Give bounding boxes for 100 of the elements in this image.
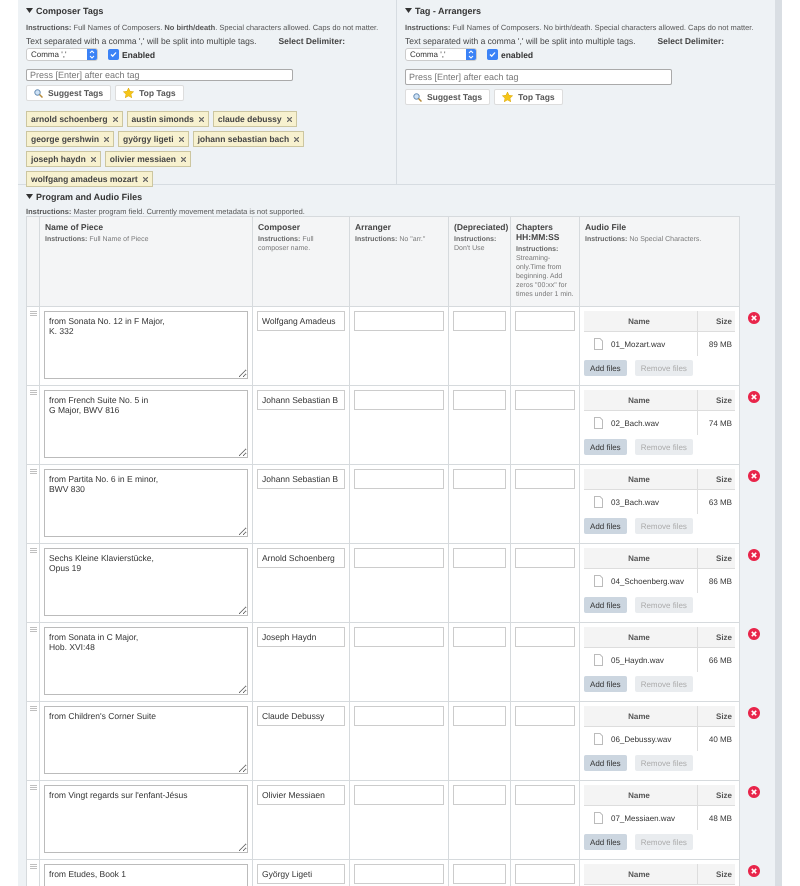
depreciated-field[interactable] — [453, 311, 506, 331]
arranger-field[interactable] — [354, 548, 444, 568]
remove-tag-icon[interactable] — [286, 116, 292, 122]
composer-field[interactable]: György Ligeti — [257, 864, 345, 884]
disclosure-triangle-icon[interactable] — [26, 194, 33, 200]
add-files-button[interactable]: Add files — [584, 676, 627, 692]
piece-name-field[interactable]: from Partita No. 6 in E minor, BWV 830 — [44, 469, 248, 537]
chapters-field[interactable] — [515, 627, 575, 647]
tag-chip[interactable]: austin simonds — [126, 111, 209, 127]
piece-name-field[interactable]: from French Suite No. 5 in G Major, BWV 816 — [44, 390, 248, 458]
remove-tag-icon[interactable] — [294, 136, 300, 142]
tag-input-field[interactable]: Press [Enter] after each tag — [405, 69, 672, 85]
arranger-field[interactable] — [354, 627, 444, 647]
tag-chip[interactable]: claude debussy — [212, 111, 297, 127]
depreciated-field[interactable] — [453, 706, 506, 726]
piece-name-field[interactable]: from Vingt regards sur l'enfant-Jésus — [44, 785, 248, 853]
delimiter-select[interactable]: Comma ',' — [26, 48, 98, 61]
remove-tag-icon[interactable] — [90, 156, 96, 162]
section-title[interactable]: Composer Tags — [26, 6, 388, 16]
piece-name-field[interactable]: from Etudes, Book 1 — [44, 864, 248, 886]
arranger-field[interactable] — [354, 864, 444, 884]
composer-field[interactable]: Wolfgang Amadeus — [257, 311, 345, 331]
piece-name-field[interactable]: from Sonata No. 12 in F Major, K. 332 — [44, 311, 248, 379]
drag-handle-icon[interactable] — [30, 311, 37, 316]
enabled-checkbox[interactable] — [487, 49, 498, 60]
chapters-field[interactable] — [515, 548, 575, 568]
add-files-button[interactable]: Add files — [584, 597, 627, 613]
drag-handle-icon[interactable] — [30, 469, 37, 474]
tag-chip[interactable]: joseph haydn — [26, 151, 101, 167]
depreciated-field[interactable] — [453, 390, 506, 410]
arranger-field[interactable] — [354, 706, 444, 726]
delete-row-icon[interactable] — [748, 470, 760, 482]
tag-chip[interactable]: wolfgang amadeus mozart — [26, 171, 153, 187]
composer-field[interactable]: Claude Debussy — [257, 706, 345, 726]
arranger-field[interactable] — [354, 785, 444, 805]
remove-tag-icon[interactable] — [104, 136, 110, 142]
add-files-button[interactable]: Add files — [584, 518, 627, 534]
delete-row-icon[interactable] — [748, 549, 760, 561]
drag-handle-icon[interactable] — [30, 785, 37, 790]
add-files-button[interactable]: Add files — [584, 439, 627, 455]
chapters-field[interactable] — [515, 706, 575, 726]
depreciated-field[interactable] — [453, 469, 506, 489]
file-name: 02_Bach.wav — [611, 418, 660, 428]
section-title[interactable]: Tag - Arrangers — [405, 6, 767, 16]
composer-field[interactable]: Olivier Messiaen — [257, 785, 345, 805]
arranger-field[interactable] — [354, 311, 444, 331]
add-files-button[interactable]: Add files — [584, 360, 627, 376]
select-arrows-icon[interactable] — [466, 49, 476, 60]
delete-row-icon[interactable] — [748, 391, 760, 403]
drag-handle-icon[interactable] — [30, 706, 37, 711]
chapters-field[interactable] — [515, 785, 575, 805]
chapters-field[interactable] — [515, 469, 575, 489]
composer-field[interactable]: Joseph Haydn — [257, 627, 345, 647]
top-tags-button[interactable]: Top Tags — [115, 85, 184, 101]
section-title[interactable]: Program and Audio Files — [26, 192, 767, 202]
piece-name-field[interactable]: from Children's Corner Suite — [44, 706, 248, 774]
piece-name-field[interactable]: Sechs Kleine Klavierstücke, Opus 19 — [44, 548, 248, 616]
drag-handle-icon[interactable] — [30, 548, 37, 553]
piece-name-field[interactable]: from Sonata in C Major, Hob. XVI:48 — [44, 627, 248, 695]
remove-tag-icon[interactable] — [178, 136, 184, 142]
arranger-field[interactable] — [354, 469, 444, 489]
delete-row-icon[interactable] — [748, 786, 760, 798]
add-files-button[interactable]: Add files — [584, 755, 627, 771]
tag-chip[interactable]: olivier messiaen — [104, 151, 191, 167]
chapters-field[interactable] — [515, 390, 575, 410]
tag-chip[interactable]: johann sebastian bach — [192, 131, 304, 147]
select-arrows-icon[interactable] — [87, 49, 97, 60]
tag-chip[interactable]: arnold schoenberg — [26, 111, 123, 127]
suggest-tags-button[interactable]: Suggest Tags — [405, 89, 490, 105]
composer-field[interactable]: Johann Sebastian B — [257, 390, 345, 410]
remove-tag-icon[interactable] — [198, 116, 204, 122]
chapters-field[interactable] — [515, 311, 575, 331]
tag-input-field[interactable]: Press [Enter] after each tag — [26, 69, 293, 81]
depreciated-field[interactable] — [453, 864, 506, 884]
suggest-tags-button[interactable]: Suggest Tags — [26, 85, 112, 101]
arranger-field[interactable] — [354, 390, 444, 410]
tag-chip[interactable]: george gershwin — [26, 131, 114, 147]
enabled-checkbox[interactable] — [108, 49, 119, 60]
tag-chip[interactable]: györgy ligeti — [118, 131, 189, 147]
composer-field[interactable]: Johann Sebastian B — [257, 469, 345, 489]
remove-tag-icon[interactable] — [112, 116, 118, 122]
drag-handle-icon[interactable] — [30, 390, 37, 395]
delete-row-icon[interactable] — [748, 707, 760, 719]
disclosure-triangle-icon[interactable] — [26, 8, 33, 14]
remove-tag-icon[interactable] — [180, 156, 186, 162]
remove-tag-icon[interactable] — [142, 176, 148, 182]
delete-row-icon[interactable] — [748, 865, 760, 877]
disclosure-triangle-icon[interactable] — [405, 8, 412, 14]
delete-row-icon[interactable] — [748, 312, 760, 324]
chapters-field[interactable] — [515, 864, 575, 884]
depreciated-field[interactable] — [453, 548, 506, 568]
top-tags-button[interactable]: Top Tags — [494, 89, 563, 105]
delimiter-select[interactable]: Comma ',' — [405, 48, 477, 61]
delete-row-icon[interactable] — [748, 628, 760, 640]
composer-field[interactable]: Arnold Schoenberg — [257, 548, 345, 568]
depreciated-field[interactable] — [453, 627, 506, 647]
depreciated-field[interactable] — [453, 785, 506, 805]
add-files-button[interactable]: Add files — [584, 834, 627, 850]
drag-handle-icon[interactable] — [30, 627, 37, 632]
drag-handle-icon[interactable] — [30, 864, 37, 869]
